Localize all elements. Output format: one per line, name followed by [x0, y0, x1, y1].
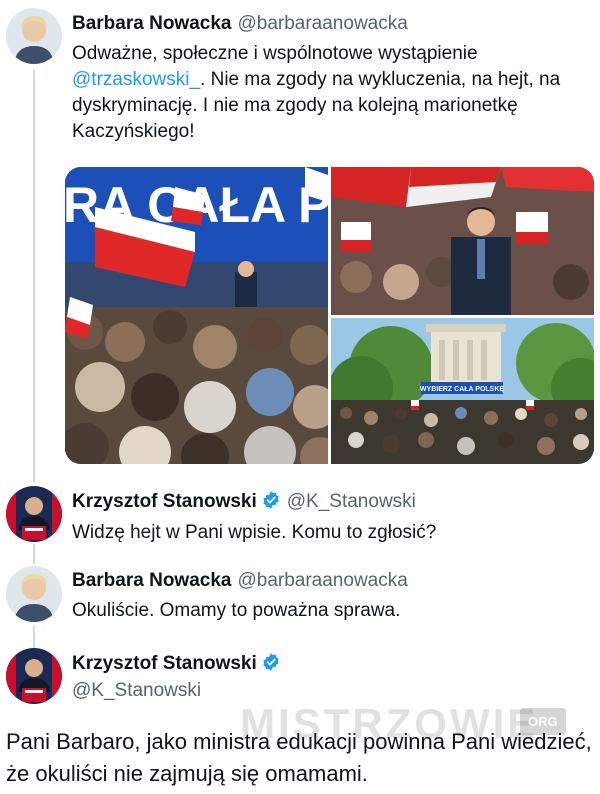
thread-line — [33, 70, 35, 482]
thread-line — [33, 544, 35, 564]
media-grid: RA CAŁA POL — [65, 167, 594, 464]
tweet-header: Krzysztof Stanowski @K_Stanowski — [72, 490, 416, 513]
author-name[interactable]: Krzysztof Stanowski — [72, 653, 257, 674]
tweet-header: Barbara Nowacka @barbaraanowacka — [72, 13, 408, 35]
tweet-header: Barbara Nowacka @barbaraanowacka — [72, 570, 408, 592]
author-name[interactable]: Krzysztof Stanowski — [72, 491, 257, 512]
banner-text: WYBIERZ CAŁA POLSKĘ — [420, 386, 504, 393]
tweet-header-handle: @K_Stanowski — [72, 680, 201, 702]
author-name[interactable]: Barbara Nowacka — [72, 570, 231, 591]
verified-badge-icon — [261, 652, 281, 672]
tweet-text: Odważne, społeczne i wspólnotowe wystąpi… — [72, 41, 592, 145]
tweet-text: Okuliście. Omamy to poważna sprawa. — [72, 600, 401, 621]
tweet-text-main: Pani Barbaro, jako ministra edukacji pow… — [6, 729, 592, 786]
tweet-text-part: Odważne, społeczne i wspólnotowe wystąpi… — [72, 43, 478, 64]
verified-badge-icon — [261, 490, 281, 510]
author-name[interactable]: Barbara Nowacka — [72, 13, 231, 34]
author-handle[interactable]: @barbaraanowacka — [237, 570, 407, 591]
avatar-barbara-nowacka[interactable] — [6, 566, 62, 622]
tweet-header: Krzysztof Stanowski — [72, 652, 281, 675]
mention-link[interactable]: @trzaskowski_ — [72, 69, 200, 90]
author-handle[interactable]: @K_Stanowski — [72, 680, 201, 701]
author-handle[interactable]: @K_Stanowski — [287, 491, 416, 512]
media-photo-rally-stage[interactable]: RA CAŁA POL — [65, 167, 328, 464]
avatar-krzysztof-stanowski[interactable] — [6, 648, 62, 704]
avatar-krzysztof-stanowski[interactable] — [6, 486, 62, 542]
media-photo-crowd-palace[interactable]: WYBIERZ CAŁA POLSKĘ — [331, 318, 594, 464]
media-photo-speaker[interactable] — [331, 167, 594, 315]
thread-line — [33, 626, 35, 648]
avatar-barbara-nowacka[interactable] — [6, 8, 62, 64]
tweet-text: Widzę hejt w Pani wpisie. Komu to zgłosi… — [72, 522, 437, 543]
author-handle[interactable]: @barbaraanowacka — [237, 13, 407, 34]
